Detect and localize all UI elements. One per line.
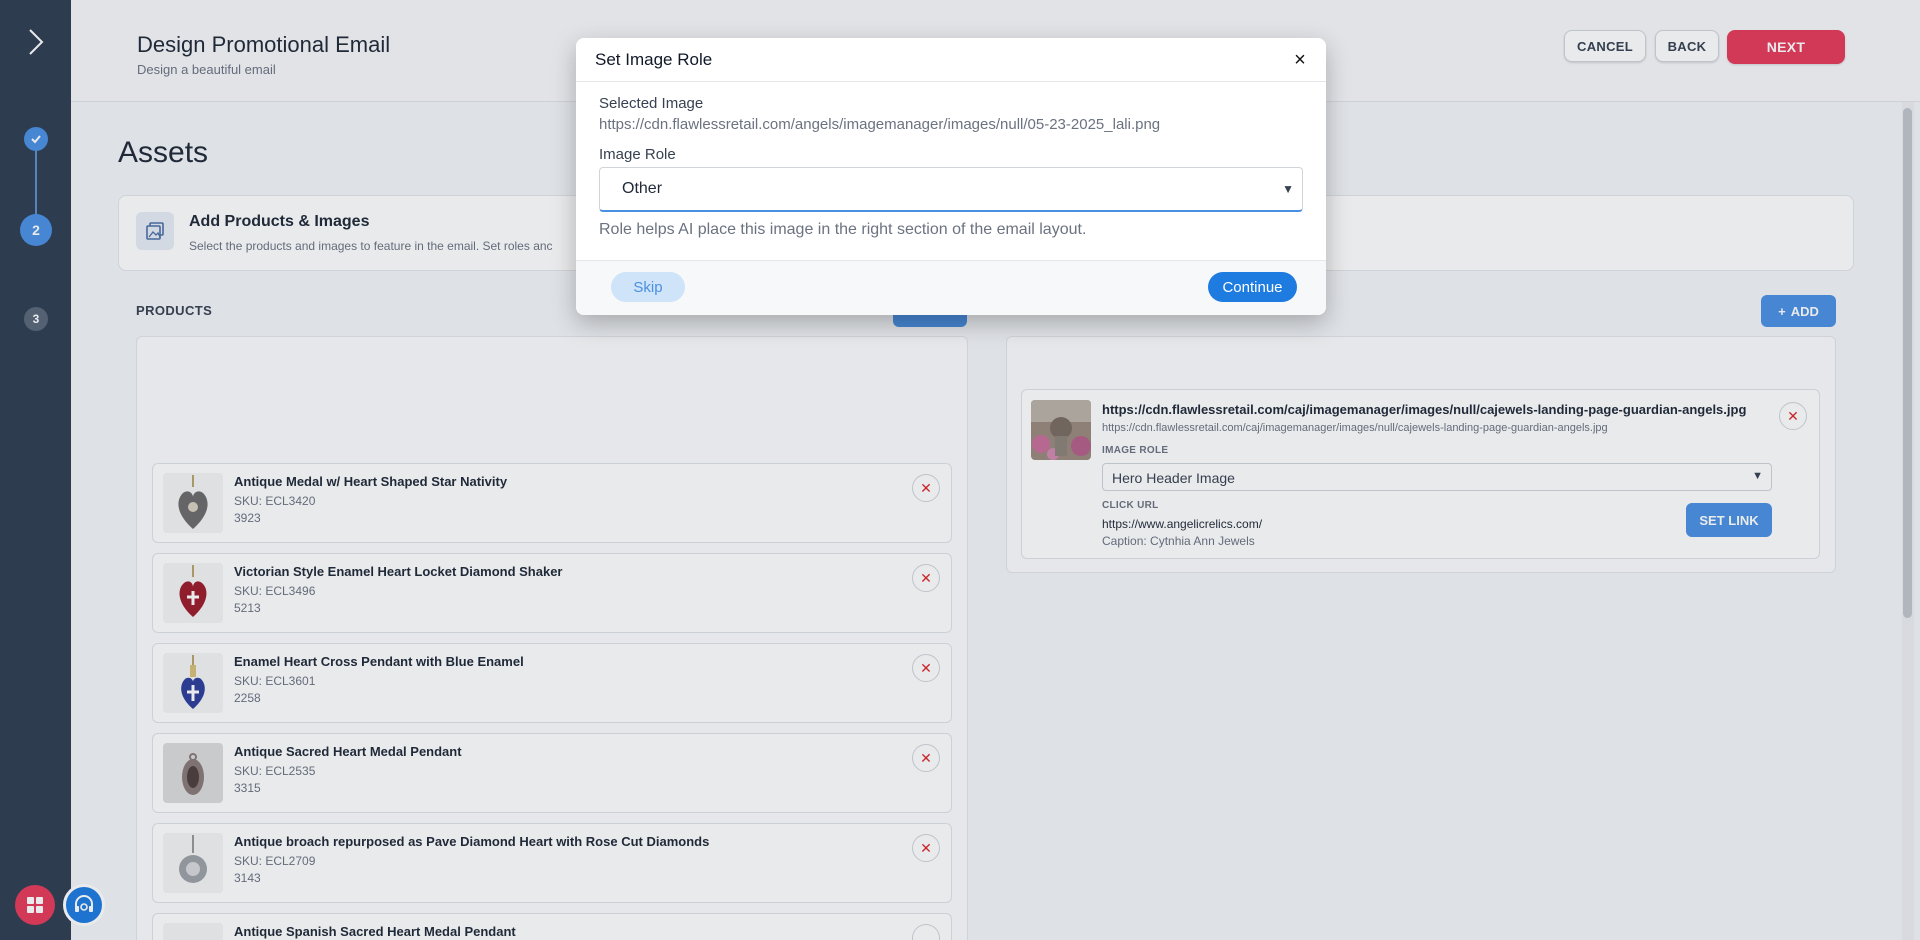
- image-role-select[interactable]: Other ▼: [599, 167, 1303, 212]
- role-hint: Role helps AI place this image in the ri…: [599, 221, 1087, 238]
- selected-image-url: https://cdn.flawlessretail.com/angels/im…: [599, 116, 1161, 133]
- dialog-title: Set Image Role: [595, 50, 713, 69]
- chevron-down-icon: ▼: [1282, 182, 1294, 196]
- skip-button[interactable]: Skip: [611, 272, 685, 302]
- image-role-label: Image Role: [599, 146, 676, 163]
- image-role-value: Other: [622, 180, 663, 197]
- selected-image-label: Selected Image: [599, 95, 704, 112]
- close-icon[interactable]: ×: [1288, 48, 1312, 72]
- divider: [576, 81, 1326, 82]
- set-image-role-dialog: Set Image Role × Selected Image https://…: [576, 38, 1326, 315]
- continue-button[interactable]: Continue: [1208, 272, 1297, 302]
